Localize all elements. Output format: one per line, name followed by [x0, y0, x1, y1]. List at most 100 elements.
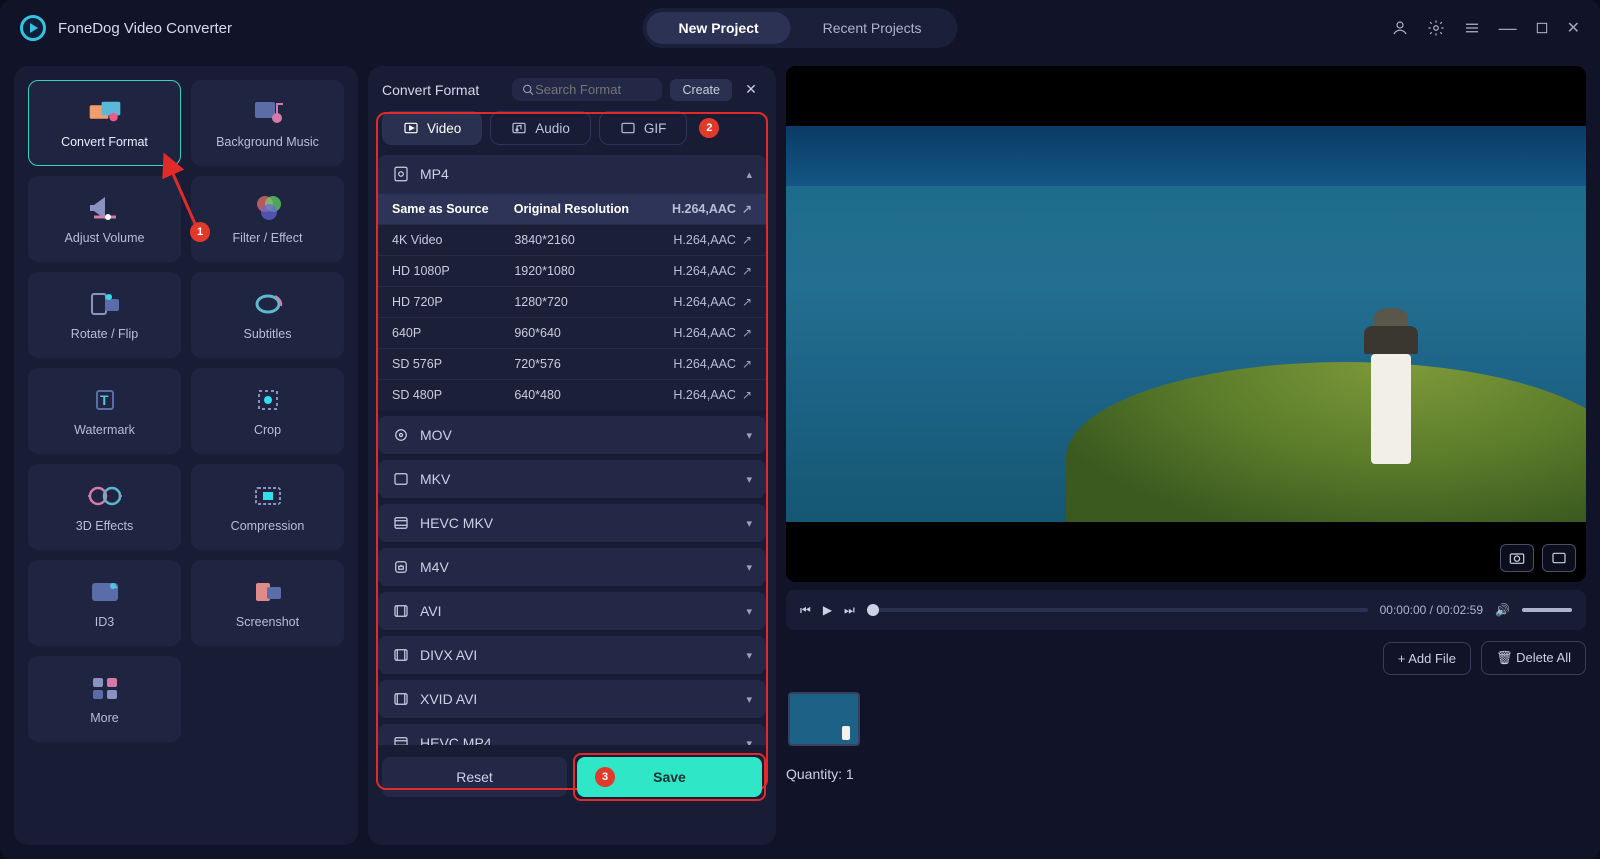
edit-preset-icon[interactable]: ↗ — [742, 202, 752, 216]
minimize-icon[interactable]: — — [1499, 18, 1517, 39]
tool-subtitles[interactable]: Subtitles — [191, 272, 344, 358]
save-button[interactable]: 3 Save — [577, 757, 762, 797]
add-file-button[interactable]: + Add File — [1383, 642, 1471, 675]
preset-row[interactable]: 640P960*640H.264,AAC↗ — [378, 317, 766, 348]
tool-crop[interactable]: Crop — [191, 368, 344, 454]
seek-bar[interactable] — [867, 608, 1368, 612]
volume-slider[interactable] — [1522, 608, 1572, 612]
format-name: XVID AVI — [420, 691, 477, 707]
preset-row[interactable]: 4K Video3840*2160H.264,AAC↗ — [378, 224, 766, 255]
tool-more[interactable]: More — [28, 656, 181, 742]
reset-button[interactable]: Reset — [382, 757, 567, 797]
3d-icon — [88, 481, 122, 511]
edit-preset-icon[interactable]: ↗ — [742, 357, 752, 371]
menu-icon[interactable] — [1463, 19, 1481, 37]
edit-preset-icon[interactable]: ↗ — [742, 388, 752, 402]
edit-preset-icon[interactable]: ↗ — [742, 326, 752, 340]
preview-lighthouse — [1371, 354, 1411, 464]
format-accordion-xvid-avi[interactable]: XVID AVI▾ — [378, 680, 766, 718]
tab-recent-projects[interactable]: Recent Projects — [791, 12, 954, 44]
format-tab-video[interactable]: Video — [382, 111, 482, 145]
search-format-field[interactable] — [512, 78, 662, 101]
tool-compression[interactable]: Compression — [191, 464, 344, 550]
caret-down-icon: ▾ — [746, 649, 752, 662]
preset-row[interactable]: Same as SourceOriginal ResolutionH.264,A… — [378, 193, 766, 224]
app-logo — [20, 15, 46, 41]
format-file-icon — [392, 470, 410, 488]
edit-preset-icon[interactable]: ↗ — [742, 295, 752, 309]
screenshot-icon — [251, 577, 285, 607]
format-accordion-mov[interactable]: MOV▾ — [378, 416, 766, 454]
maximize-icon[interactable] — [1535, 21, 1549, 35]
file-thumbnail[interactable] — [788, 692, 860, 746]
format-accordion-hevc-mp4[interactable]: HEVC MP4 ▾ — [378, 724, 766, 745]
tool-label: Convert Format — [61, 135, 148, 149]
tool-convert-format[interactable]: Convert Format — [28, 80, 181, 166]
close-panel-icon[interactable]: ✕ — [740, 81, 762, 98]
account-icon[interactable] — [1391, 19, 1409, 37]
caret-down-icon: ▾ — [746, 605, 752, 618]
tool-label: Filter / Effect — [233, 231, 303, 245]
rotate-icon — [88, 289, 122, 319]
gif-icon — [620, 120, 636, 136]
tool-3d-effects[interactable]: 3D Effects — [28, 464, 181, 550]
search-format-input[interactable] — [535, 82, 652, 97]
tool-screenshot[interactable]: Screenshot — [191, 560, 344, 646]
convert-icon — [88, 97, 122, 127]
format-tab-gif[interactable]: GIF — [599, 111, 688, 145]
preset-row[interactable]: HD 1080P1920*1080H.264,AAC↗ — [378, 255, 766, 286]
tool-label: Crop — [254, 423, 281, 437]
tool-filter-effect[interactable]: Filter / Effect — [191, 176, 344, 262]
tool-label: Background Music — [216, 135, 319, 149]
fullscreen-icon[interactable] — [1542, 544, 1576, 572]
format-name: DIVX AVI — [420, 647, 477, 663]
edit-preset-icon[interactable]: ↗ — [742, 233, 752, 247]
format-accordion-divx-avi[interactable]: DIVX AVI ▾ — [378, 636, 766, 674]
format-accordion-mkv[interactable]: MKV▾ — [378, 460, 766, 498]
preview-lighthouse-dome — [1374, 308, 1408, 326]
annotation-step-3: 3 — [595, 767, 615, 787]
svg-text:T: T — [100, 392, 109, 408]
delete-all-button[interactable]: 🗑 Delete All — [1481, 641, 1586, 675]
tool-background-music[interactable]: Background Music — [191, 80, 344, 166]
file-thumbnails — [786, 686, 1586, 752]
format-tab-audio[interactable]: Audio — [490, 111, 591, 145]
volume-icon[interactable]: 🔊 — [1495, 603, 1510, 617]
seek-knob[interactable] — [867, 604, 879, 616]
next-icon[interactable]: ⏭ — [844, 603, 855, 618]
snapshot-icon[interactable] — [1500, 544, 1534, 572]
close-icon[interactable]: ✕ — [1567, 18, 1580, 38]
tools-sidebar: Convert Format Background Music Adjust V… — [14, 66, 358, 845]
format-file-icon — [392, 426, 410, 444]
time-display: 00:00:00 / 00:02:59 — [1380, 603, 1483, 617]
filter-icon — [251, 193, 285, 223]
format-accordion-mp4[interactable]: MP4 ▴ Same as SourceOriginal ResolutionH… — [378, 155, 766, 410]
format-accordion-avi[interactable]: AVI▾ — [378, 592, 766, 630]
caret-up-icon: ▴ — [746, 168, 752, 181]
format-file-icon — [392, 602, 410, 620]
tool-label: More — [90, 711, 118, 725]
prev-icon[interactable]: ⏮ — [800, 603, 811, 618]
format-accordion-hevc-mkv[interactable]: HEVC MKV▾ — [378, 504, 766, 542]
settings-icon[interactable] — [1427, 19, 1445, 37]
tab-label: Video — [427, 121, 461, 136]
tool-watermark[interactable]: T Watermark — [28, 368, 181, 454]
create-preset-button[interactable]: Create — [670, 79, 732, 101]
format-file-icon — [392, 734, 410, 745]
tool-id3[interactable]: ID3 — [28, 560, 181, 646]
format-accordion-m4v[interactable]: M4V▾ — [378, 548, 766, 586]
music-icon — [251, 97, 285, 127]
annotation-step-1: 1 — [190, 222, 210, 242]
format-name: HEVC MKV — [420, 515, 493, 531]
preset-row[interactable]: SD 480P640*480H.264,AAC↗ — [378, 379, 766, 410]
preset-row[interactable]: SD 576P720*576H.264,AAC↗ — [378, 348, 766, 379]
caret-down-icon: ▾ — [746, 737, 752, 746]
preset-row[interactable]: HD 720P1280*720H.264,AAC↗ — [378, 286, 766, 317]
preview-lighthouse-cap — [1364, 326, 1418, 354]
tool-adjust-volume[interactable]: Adjust Volume — [28, 176, 181, 262]
tool-rotate-flip[interactable]: Rotate / Flip — [28, 272, 181, 358]
edit-preset-icon[interactable]: ↗ — [742, 264, 752, 278]
tab-new-project[interactable]: New Project — [647, 12, 791, 44]
format-name: HEVC MP4 — [420, 735, 492, 745]
play-icon[interactable]: ▶ — [823, 603, 832, 617]
